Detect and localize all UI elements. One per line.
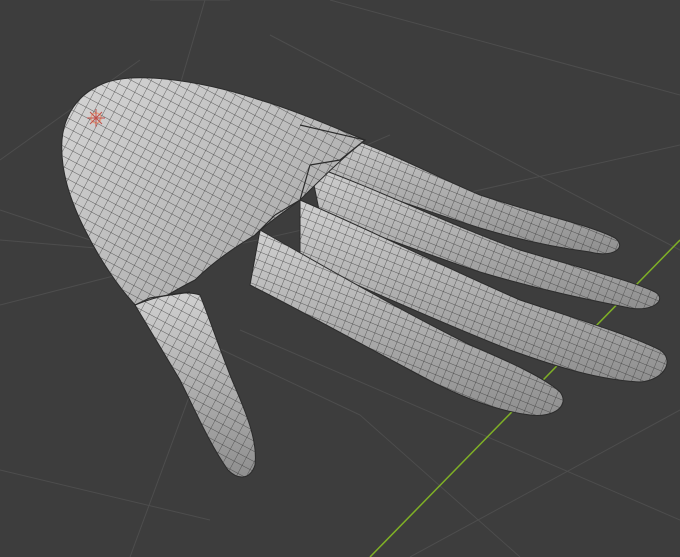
3d-viewport[interactable] [0,0,680,557]
viewport-canvas[interactable] [0,0,680,557]
hand-mesh[interactable] [61,77,668,478]
